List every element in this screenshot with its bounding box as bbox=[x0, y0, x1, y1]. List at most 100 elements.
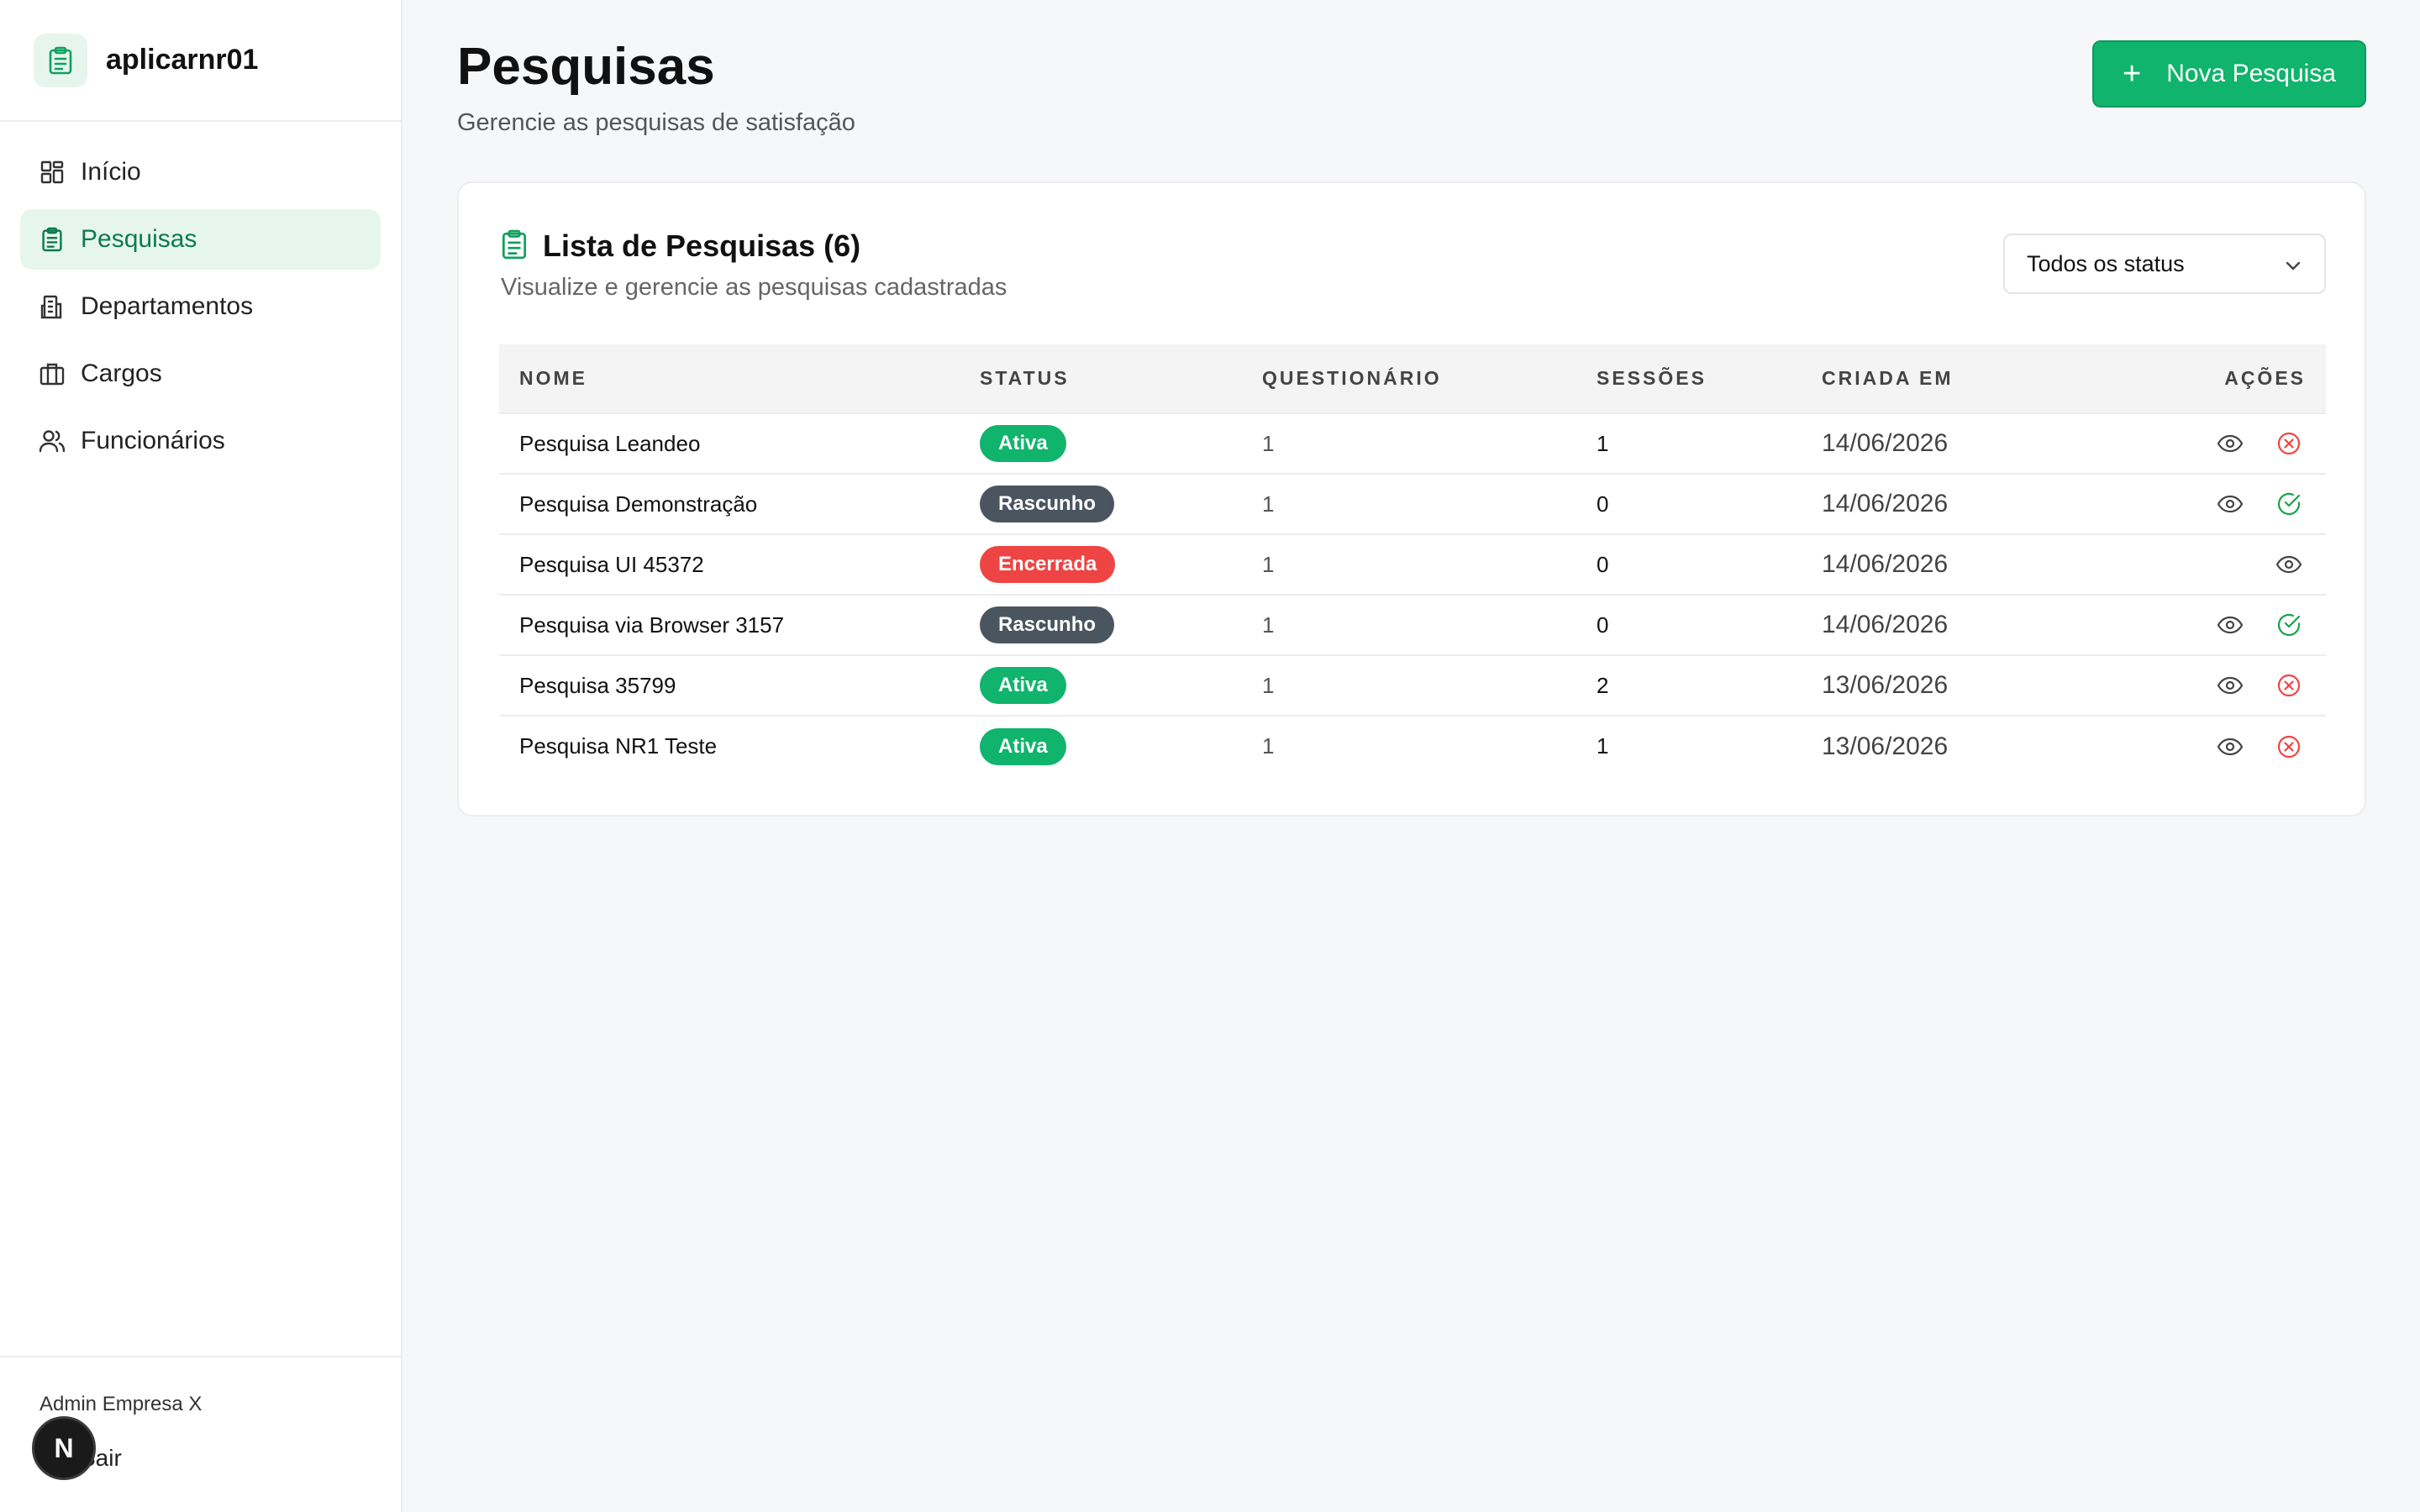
sidebar-item-pesquisas[interactable]: Pesquisas bbox=[20, 209, 381, 270]
cell-nome: Pesquisa via Browser 3157 bbox=[519, 612, 785, 638]
dashboard-icon bbox=[39, 159, 66, 186]
column-header-sessoes[interactable]: SESSÕES bbox=[1576, 344, 1802, 413]
close-circle-icon[interactable] bbox=[2272, 669, 2306, 702]
cell-sessoes: 0 bbox=[1597, 491, 1609, 517]
cell-criada-em: 13/06/2026 bbox=[1822, 732, 1949, 760]
cell-criada-em: 14/06/2026 bbox=[1822, 611, 1949, 638]
new-survey-button[interactable]: + Nova Pesquisa bbox=[2092, 40, 2366, 108]
new-survey-button-label: Nova Pesquisa bbox=[2166, 60, 2336, 87]
cell-acoes bbox=[2104, 655, 2326, 716]
sidebar-nav: Início Pesquisas Departamentos Cargos Fu… bbox=[0, 122, 401, 471]
status-badge: Ativa bbox=[980, 425, 1066, 462]
clipboard-icon bbox=[501, 229, 528, 264]
page-subtitle: Gerencie as pesquisas de satisfação bbox=[457, 109, 855, 136]
building-icon bbox=[39, 293, 66, 320]
column-header-questionario[interactable]: QUESTIONÁRIO bbox=[1242, 344, 1576, 413]
cell-status: Ativa bbox=[960, 413, 1242, 474]
cell-questionario: 1 bbox=[1262, 430, 1275, 456]
cell-status: Rascunho bbox=[960, 474, 1242, 534]
table-row[interactable]: Pesquisa via Browser 3157 Rascunho 1 0 14/06… bbox=[499, 595, 2326, 655]
cell-criada-em: 13/06/2026 bbox=[1822, 671, 1949, 699]
column-header-status[interactable]: STATUS bbox=[960, 344, 1242, 413]
cell-criada-em: 14/06/2026 bbox=[1822, 490, 1949, 517]
cell-acoes bbox=[2104, 716, 2326, 776]
cell-criada-em: 14/06/2026 bbox=[1822, 550, 1949, 578]
card-title: Lista de Pesquisas (6) bbox=[543, 228, 861, 263]
cell-sessoes: 0 bbox=[1597, 551, 1609, 577]
surveys-table: NOME STATUS QUESTIONÁRIO SESSÕES CRIADA … bbox=[499, 344, 2326, 776]
table-row[interactable]: Pesquisa Leandeo Ativa 1 1 14/06/2026 bbox=[499, 413, 2326, 474]
cell-criada-em: 14/06/2026 bbox=[1822, 429, 1949, 457]
cell-questionario: 1 bbox=[1262, 612, 1275, 638]
status-badge: Encerrada bbox=[980, 546, 1116, 583]
sidebar-item-cargos[interactable]: Cargos bbox=[20, 344, 381, 404]
cell-status: Rascunho bbox=[960, 595, 1242, 655]
close-circle-icon[interactable] bbox=[2272, 730, 2306, 764]
cell-status: Ativa bbox=[960, 716, 1242, 776]
eye-icon[interactable] bbox=[2213, 669, 2247, 702]
cell-nome: Pesquisa 35799 bbox=[519, 672, 676, 698]
status-filter-select[interactable]: Todos os status bbox=[2003, 234, 2326, 294]
surveys-card: Lista de Pesquisas (6) Visualize e geren… bbox=[457, 181, 2366, 816]
check-circle-icon[interactable] bbox=[2272, 487, 2306, 521]
cell-questionario: 1 bbox=[1262, 672, 1275, 698]
table-header-row: NOME STATUS QUESTIONÁRIO SESSÕES CRIADA … bbox=[499, 344, 2326, 413]
cell-nome: Pesquisa UI 45372 bbox=[519, 551, 704, 577]
cell-questionario: 1 bbox=[1262, 733, 1275, 759]
table-row[interactable]: Pesquisa NR1 Teste Ativa 1 1 13/06/2026 bbox=[499, 716, 2326, 776]
cell-questionario: 1 bbox=[1262, 491, 1275, 517]
cell-questionario: 1 bbox=[1262, 551, 1275, 577]
chevron-down-icon bbox=[2284, 251, 2302, 277]
sidebar-item-departamentos[interactable]: Departamentos bbox=[20, 276, 381, 337]
cell-acoes bbox=[2104, 534, 2326, 595]
eye-icon[interactable] bbox=[2272, 548, 2306, 581]
table-row[interactable]: Pesquisa Demonstração Rascunho 1 0 14/06/202… bbox=[499, 474, 2326, 534]
card-subtitle: Visualize e gerencie as pesquisas cadast… bbox=[501, 274, 1007, 301]
status-badge: Ativa bbox=[980, 727, 1066, 765]
cell-status: Ativa bbox=[960, 655, 1242, 716]
cell-nome: Pesquisa NR1 Teste bbox=[519, 733, 718, 759]
eye-icon[interactable] bbox=[2213, 427, 2247, 460]
status-filter-value: Todos os status bbox=[2027, 250, 2185, 276]
sidebar-item-funcionarios[interactable]: Funcionários bbox=[20, 411, 381, 471]
clipboard-icon bbox=[34, 33, 87, 87]
user-name: Admin Empresa X bbox=[39, 1393, 203, 1415]
check-circle-icon[interactable] bbox=[2272, 608, 2306, 642]
eye-icon[interactable] bbox=[2213, 730, 2247, 764]
cell-sessoes: 2 bbox=[1597, 672, 1609, 698]
status-badge: Ativa bbox=[980, 667, 1066, 704]
column-header-nome[interactable]: NOME bbox=[499, 344, 960, 413]
users-icon bbox=[39, 428, 66, 454]
sidebar-item-label: Departamentos bbox=[81, 292, 254, 320]
sidebar-item-label: Cargos bbox=[81, 360, 162, 387]
page-title: Pesquisas bbox=[457, 38, 715, 96]
cell-acoes bbox=[2104, 474, 2326, 534]
table-row[interactable]: Pesquisa 35799 Ativa 1 2 13/06/2026 bbox=[499, 655, 2326, 716]
cell-nome: Pesquisa Leandeo bbox=[519, 430, 701, 456]
app-name: aplicarnr01 bbox=[106, 44, 259, 76]
cell-sessoes: 1 bbox=[1597, 430, 1609, 456]
table-row[interactable]: Pesquisa UI 45372 Encerrada 1 0 14/06/2026 bbox=[499, 534, 2326, 595]
clipboard-icon bbox=[39, 226, 66, 253]
briefcase-icon bbox=[39, 360, 66, 387]
plus-icon: + bbox=[2123, 55, 2142, 92]
sidebar-item-label: Pesquisas bbox=[81, 225, 197, 253]
column-header-criada-em[interactable]: CRIADA EM bbox=[1802, 344, 2104, 413]
status-badge: Rascunho bbox=[980, 606, 1115, 643]
cell-sessoes: 0 bbox=[1597, 612, 1609, 638]
eye-icon[interactable] bbox=[2213, 487, 2247, 521]
brand[interactable]: aplicarnr01 bbox=[0, 0, 401, 122]
cell-nome: Pesquisa Demonstração bbox=[519, 491, 758, 517]
sidebar-item-label: Início bbox=[81, 158, 141, 186]
close-circle-icon[interactable] bbox=[2272, 427, 2306, 460]
cell-status: Encerrada bbox=[960, 534, 1242, 595]
sidebar: aplicarnr01 Início Pesquisas Departament… bbox=[0, 0, 402, 1512]
sidebar-item-label: Funcionários bbox=[81, 427, 225, 454]
card-header: Lista de Pesquisas (6) bbox=[501, 228, 860, 264]
column-header-acoes: AÇÕES bbox=[2224, 367, 2306, 389]
avatar[interactable]: N bbox=[32, 1416, 96, 1480]
eye-icon[interactable] bbox=[2213, 608, 2247, 642]
sidebar-item-inicio[interactable]: Início bbox=[20, 142, 381, 202]
cell-acoes bbox=[2104, 413, 2326, 474]
cell-acoes bbox=[2104, 595, 2326, 655]
